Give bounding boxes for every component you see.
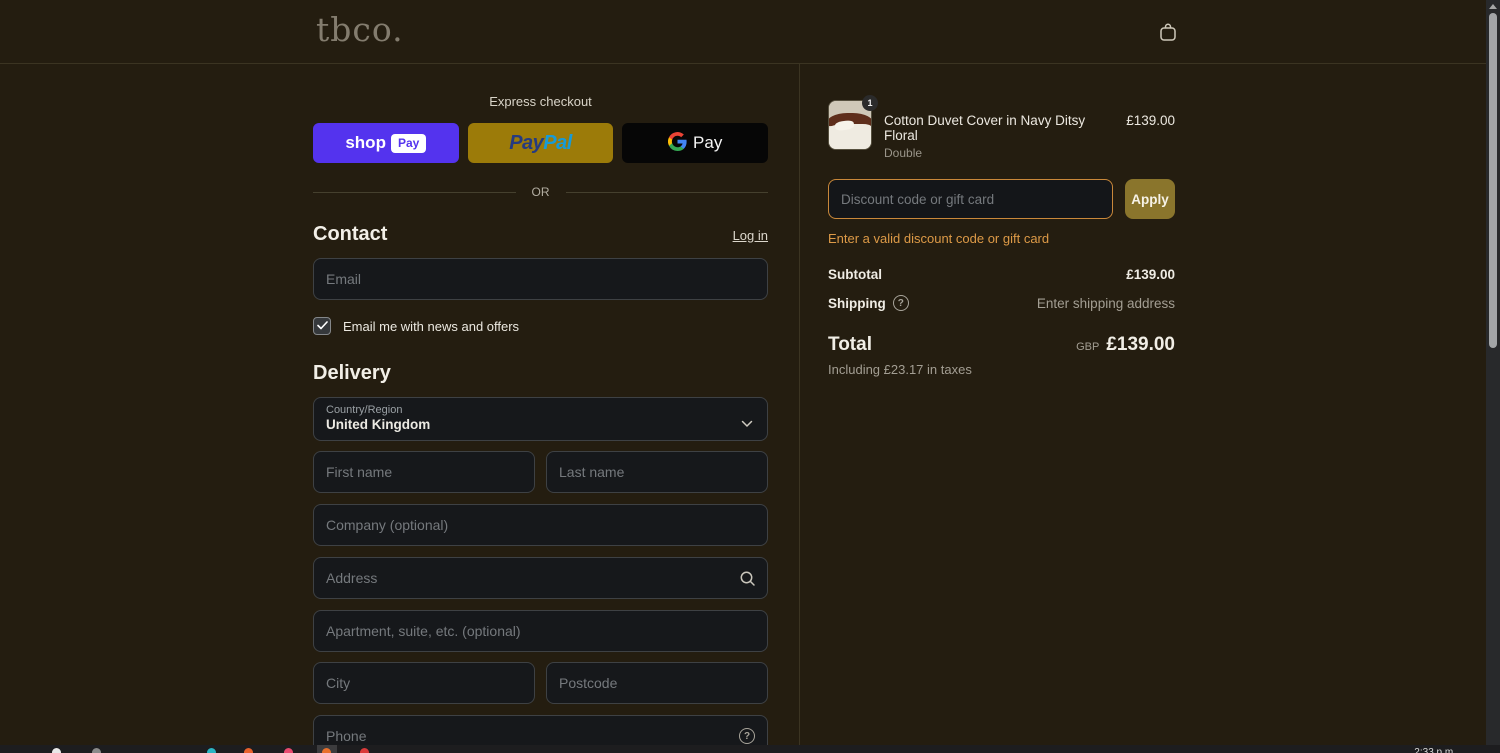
shop-pay-badge: Pay [390, 133, 427, 153]
taskbar-clock: 2:33 p.m. [1414, 747, 1456, 753]
discount-error-message: Enter a valid discount code or gift card [828, 231, 1050, 246]
shipping-value: Enter shipping address [1036, 295, 1175, 311]
taskbar-app-icon[interactable] [322, 748, 331, 753]
subtotal-row: Subtotal £139.00 [828, 267, 1175, 282]
apartment-field[interactable] [313, 610, 768, 652]
tax-note: Including £23.17 in taxes [828, 362, 972, 377]
express-checkout-buttons: shop Pay PayPal Pay [313, 123, 769, 163]
taskbar-app-icon[interactable] [244, 748, 253, 753]
subtotal-value: £139.00 [1126, 267, 1175, 282]
postcode-field[interactable] [546, 662, 768, 704]
apply-discount-button[interactable]: Apply [1125, 179, 1175, 219]
login-link[interactable]: Log in [733, 228, 768, 243]
country-select-label: Country/Region [326, 404, 403, 416]
checkout-header: tbco. [0, 0, 1486, 64]
os-taskbar[interactable]: 2:33 p.m. [0, 745, 1500, 753]
country-select-value: United Kingdom [326, 417, 431, 432]
order-summary-column: 1 Cotton Duvet Cover in Navy Ditsy Flora… [800, 64, 1486, 753]
shop-pay-button[interactable]: shop Pay [313, 123, 459, 163]
phone-help-icon[interactable]: ? [738, 727, 756, 745]
product-variant: Double [884, 146, 923, 160]
taskbar-app-icon[interactable] [52, 748, 61, 753]
search-icon [738, 569, 756, 587]
newsletter-label: Email me with news and offers [343, 318, 520, 334]
scrollbar-thumb[interactable] [1489, 13, 1497, 348]
shop-pay-wordmark: shop [345, 133, 386, 152]
browser-scrollbar[interactable] [1486, 0, 1500, 745]
shopping-bag-icon [1156, 23, 1180, 48]
total-value: £139.00 [1106, 334, 1175, 355]
paypal-wordmark: PayPal [509, 131, 572, 154]
newsletter-checkbox[interactable] [313, 317, 331, 335]
subtotal-label: Subtotal [828, 267, 882, 282]
chevron-down-icon [741, 415, 753, 433]
google-pay-label: Pay [693, 133, 723, 152]
paypal-button[interactable]: PayPal [467, 123, 614, 163]
country-select[interactable]: Country/Region United Kingdom [313, 397, 768, 441]
address-field[interactable] [313, 557, 768, 599]
total-row: Total GBP £139.00 [828, 334, 1175, 356]
quantity-badge: 1 [862, 95, 878, 111]
google-pay-button[interactable]: Pay [622, 123, 769, 163]
store-logo[interactable]: tbco. [316, 10, 404, 49]
taskbar-app-icon[interactable] [207, 748, 216, 753]
or-divider: OR [313, 185, 768, 199]
checkout-form-column: Express checkout shop Pay PayPal Pay OR … [0, 64, 800, 753]
taskbar-app-icon[interactable] [92, 748, 101, 753]
shipping-help-icon[interactable]: ? [892, 295, 909, 311]
product-title: Cotton Duvet Cover in Navy Ditsy Floral [884, 113, 1086, 143]
express-checkout-label: Express checkout [489, 94, 592, 109]
taskbar-app-icon[interactable] [284, 748, 293, 753]
first-name-field[interactable] [313, 451, 535, 493]
delivery-heading: Delivery [313, 362, 391, 384]
contact-heading: Contact [313, 223, 388, 245]
product-price: £139.00 [1126, 113, 1175, 128]
discount-code-input[interactable] [828, 179, 1113, 219]
google-g-icon [668, 132, 687, 154]
checkmark-icon [316, 317, 328, 335]
company-field[interactable] [313, 504, 768, 546]
cart-button[interactable] [1156, 20, 1180, 44]
total-label: Total [828, 334, 872, 355]
taskbar-app-icon[interactable] [360, 748, 369, 753]
scroll-up-arrow-icon[interactable] [1489, 4, 1497, 9]
cart-line-item: 1 Cotton Duvet Cover in Navy Ditsy Flora… [828, 95, 1175, 160]
email-field[interactable] [313, 258, 768, 300]
shipping-label: Shipping [828, 295, 886, 311]
product-thumbnail: 1 [828, 95, 878, 150]
last-name-field[interactable] [546, 451, 768, 493]
shipping-row: Shipping ? Enter shipping address [828, 295, 1175, 311]
currency-code: GBP [1076, 341, 1100, 353]
city-field[interactable] [313, 662, 535, 704]
